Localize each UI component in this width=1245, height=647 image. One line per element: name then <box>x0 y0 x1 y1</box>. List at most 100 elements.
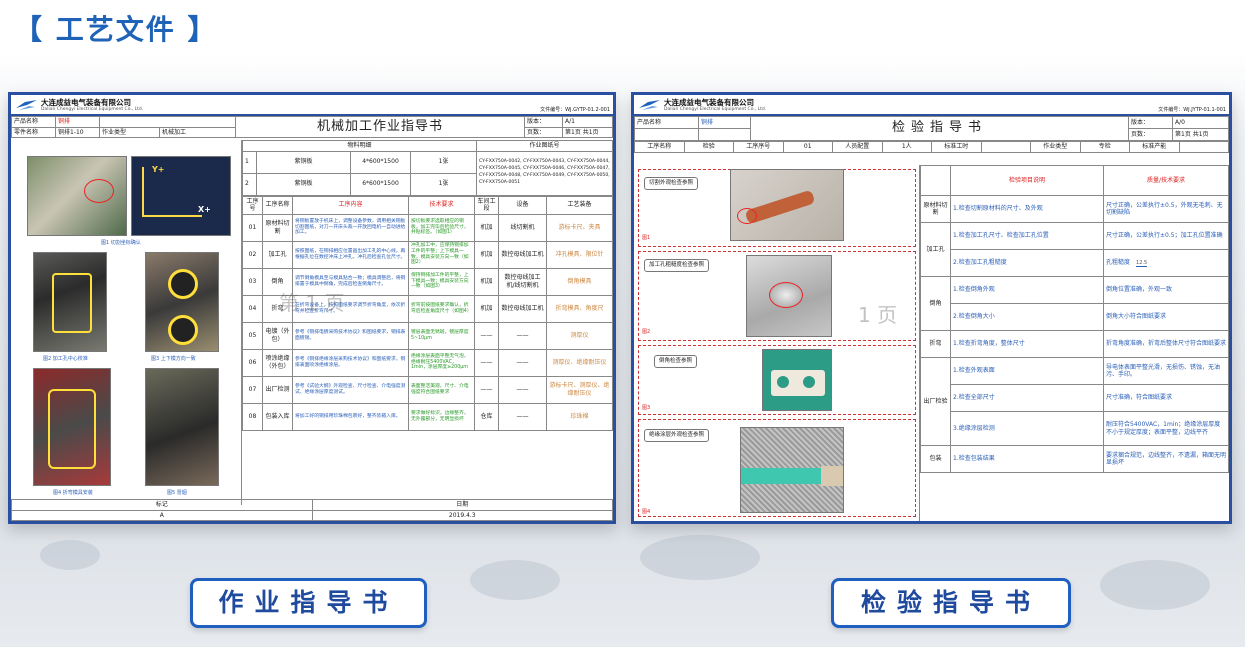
process-name-label: 工序名称 <box>634 141 685 153</box>
step-requirement: 绝缘涂层表面平整无气泡，绝缘耐压5400VAC，1min，涂层厚度≥200μm <box>408 348 475 377</box>
col-step-dept: 车间工段 <box>474 195 499 215</box>
inspection-item: 1.检查倒角外观 <box>950 276 1104 304</box>
photo-tag-3: 图3 <box>642 405 651 411</box>
inspection-requirement: 折弯角度准确，折弯后整体尺寸符合图纸要求 <box>1103 330 1229 358</box>
bending-die-photo <box>33 368 111 486</box>
step-no: 02 <box>242 240 263 269</box>
process-step-row: 02 加工孔 按照图纸，在铜排相应位置画出加工孔的中心线，再根据孔位在数控冲床上冲孔… <box>242 240 613 269</box>
step-tooling: 倒角模具 <box>546 267 613 296</box>
inspection-row: 折弯 1.检查折弯角度，整体尺寸 折弯角度准确，折弯后整体尺寸符合图纸要求 <box>920 330 1229 358</box>
inspection-item: 3.绝缘涂层检测 <box>950 411 1104 446</box>
inspection-item: 2.检查加工孔粗糙度 <box>950 249 1104 277</box>
inspection-row: 2.检查加工孔粗糙度 孔粗糙度 12.5 <box>921 249 1229 277</box>
step-equipment: —— <box>498 402 547 431</box>
product-value: 铜排 <box>55 116 100 128</box>
inspection-requirement: 尺寸准确，符合图纸要求 <box>1103 384 1229 412</box>
version-label: 版本： <box>524 116 563 128</box>
material-name: 紫铜板 <box>256 172 351 196</box>
staff-value: 1人 <box>881 141 932 153</box>
requirement-text: 耐压符合5400VAC，1min；绝缘涂层厚度不小于规定厚度；表面平整，边线平齐 <box>1106 421 1221 436</box>
process-name-value: 检验 <box>683 141 734 153</box>
requirement-text: 倒角大小符合图纸要求 <box>1106 313 1167 321</box>
inspection-info-table: 工序名称 检验 工序序号 01 人员配置 1人 标准工时 作业类型 专检 标准产… <box>634 141 1229 153</box>
col-step-equip: 设备 <box>498 195 547 215</box>
step-requirement: 要求做好标识，边缘整齐，无外露部分，无明显损坏 <box>408 402 475 431</box>
inspection-group: 倒角 <box>920 276 951 331</box>
inspection-requirement: 尺寸正确，公差执行±0.5，外观无毛刺、无切割缺陷 <box>1103 195 1229 223</box>
capacity-value <box>1178 141 1229 153</box>
step-no: 03 <box>242 267 263 296</box>
inspection-item: 1.检查加工孔尺寸、检查加工孔位置 <box>950 222 1104 250</box>
caption-fig4: 图4 折弯模具安装 <box>53 490 93 496</box>
inspection-group: 原材料切割 <box>920 195 951 223</box>
step-requirement: 镀层表面无锈斑，镀层厚度5~10μm <box>408 321 475 350</box>
company-name-en: Dalian Chengyi Electrical Equipment Co.,… <box>41 107 144 112</box>
work-instruction-button[interactable]: 作业指导书 <box>190 578 427 628</box>
work-instruction-document: 大连成益电气装备有限公司 Dalian Chengyi Electrical E… <box>8 92 616 524</box>
company-name: 大连成益电气装备有限公司 <box>664 98 754 107</box>
drawing-header: 作业图纸号 <box>476 140 613 152</box>
inspection-row: 包装 1.检查包装结果 要求捆合规范，边线整齐，不遗漏，箱面无明显损坏 <box>920 445 1229 473</box>
step-tooling: 游标卡尺、测厚仪、绝缘耐压仪 <box>546 375 613 404</box>
bending-photo <box>145 368 219 486</box>
step-equipment: —— <box>498 348 547 377</box>
col-step-tool: 工艺装备 <box>546 195 613 215</box>
background-map <box>470 560 560 600</box>
inspection-item: 1.检查折弯角度，整体尺寸 <box>950 330 1104 358</box>
step-tooling: 珍珠棉 <box>546 402 613 431</box>
col-req: 质量/技术要求 <box>1103 165 1229 196</box>
requirement-text: 折弯角度准确，折弯后整体尺寸符合图纸要求 <box>1106 340 1227 348</box>
page-value: 第1页 共1页 <box>1172 128 1229 141</box>
step-name: 电镀（外包） <box>262 321 293 350</box>
photo-tag-1: 图1 <box>642 235 651 241</box>
footer-date-value: 2019.4.3 <box>311 509 613 521</box>
hole-sample-photo <box>746 255 832 337</box>
step-content: 将加工好的铜排用珍珠棉包裹好，整齐装箱入库。 <box>292 402 409 431</box>
step-name: 包装入库 <box>262 402 293 431</box>
footer-label-date: 日期 <box>311 499 613 511</box>
inspection-row: 出厂检验 1.检查外观表面 导电体表面平整光滑，无损伤、锈蚀，无油污、手印。 <box>920 357 1229 446</box>
inspection-requirement: 耐压符合5400VAC，1min；绝缘涂层厚度不小于规定厚度；表面平整，边线平齐 <box>1103 411 1229 446</box>
step-dept: 机加 <box>474 213 499 242</box>
staff-label: 人员配置 <box>832 141 883 153</box>
cut-sample-photo <box>730 169 844 241</box>
step-dept: 机加 <box>474 294 499 323</box>
step-dept: 机加 <box>474 240 499 269</box>
op-type-value: 机械加工 <box>159 126 236 138</box>
caption-fig5: 图5 冒烟 <box>167 490 187 496</box>
col-step-name: 工序名称 <box>262 195 293 215</box>
inspection-group: 包装 <box>920 445 951 473</box>
material-spec: 4*600*1500 <box>350 150 411 174</box>
material-no: 1 <box>242 150 257 174</box>
inspection-header-table: 产品名称 铜排 检验指导书 版本： A/0 页数： 第1页 共1页 <box>634 116 1229 141</box>
document-code: 文件编号：WJ.JYTP-01.1-001 <box>1158 107 1226 113</box>
background-map <box>40 540 100 570</box>
step-tooling: 测厚仪、绝缘耐压仪 <box>546 348 613 377</box>
step-dept: —— <box>474 348 499 377</box>
requirement-text: 倒角位置准确，外观一致 <box>1106 286 1173 294</box>
step-no: 08 <box>242 402 263 431</box>
step-dept: 仓库 <box>474 402 499 431</box>
inspection-requirement: 倒角位置准确，外观一致 <box>1103 276 1229 304</box>
page-value: 第1页 共1页 <box>562 126 613 138</box>
hole-punch-photo <box>33 252 107 352</box>
step-equipment: 线切割机 <box>498 213 547 242</box>
process-area: 物料明细 作业图纸号 1 紫铜板 4*600*1500 1张 CY-FXX750… <box>241 140 613 431</box>
step-requirement: 保持铜排加工件的平整，上下模具一致；模具安装方向一致（如图3） <box>408 267 475 296</box>
insulation-sample-photo <box>740 427 844 513</box>
footer-label-mark: 标记 <box>11 499 313 511</box>
inspection-instruction-button[interactable]: 检验指导书 <box>831 578 1071 628</box>
step-equipment: 数控母线加工机 <box>498 294 547 323</box>
inspection-row: 原材料切割 1.检查切割原材料的尺寸、及外观 尺寸正确，公差执行±0.5，外观无毛刺… <box>920 195 1229 223</box>
page-label: 页数： <box>524 126 563 138</box>
inspection-row: 加工孔 1.检查加工孔尺寸、检查加工孔位置 尺寸正确，公差执行±0.5；加工孔位置准… <box>920 222 1229 277</box>
inspection-requirement: 尺寸正确，公差执行±0.5；加工孔位置准确 <box>1103 222 1229 250</box>
step-tooling: 测厚仪 <box>546 321 613 350</box>
requirement-text: 尺寸正确，公差执行±0.5；加工孔位置准确 <box>1106 232 1223 240</box>
company-name: 大连成益电气装备有限公司 <box>41 98 131 107</box>
slide: 【 工艺文件 】 大连成益电气装备有限公司 Dalian Chengyi Ele… <box>0 0 1245 647</box>
step-no: 07 <box>242 375 263 404</box>
caption-fig2: 图2 加工孔中心校准 <box>43 356 88 362</box>
step-requirement: 表面整洁美观，尺寸、介电强度符合图纸要求 <box>408 375 475 404</box>
materials-table: 物料明细 作业图纸号 1 紫铜板 4*600*1500 1张 CY-FXX750… <box>241 140 613 196</box>
